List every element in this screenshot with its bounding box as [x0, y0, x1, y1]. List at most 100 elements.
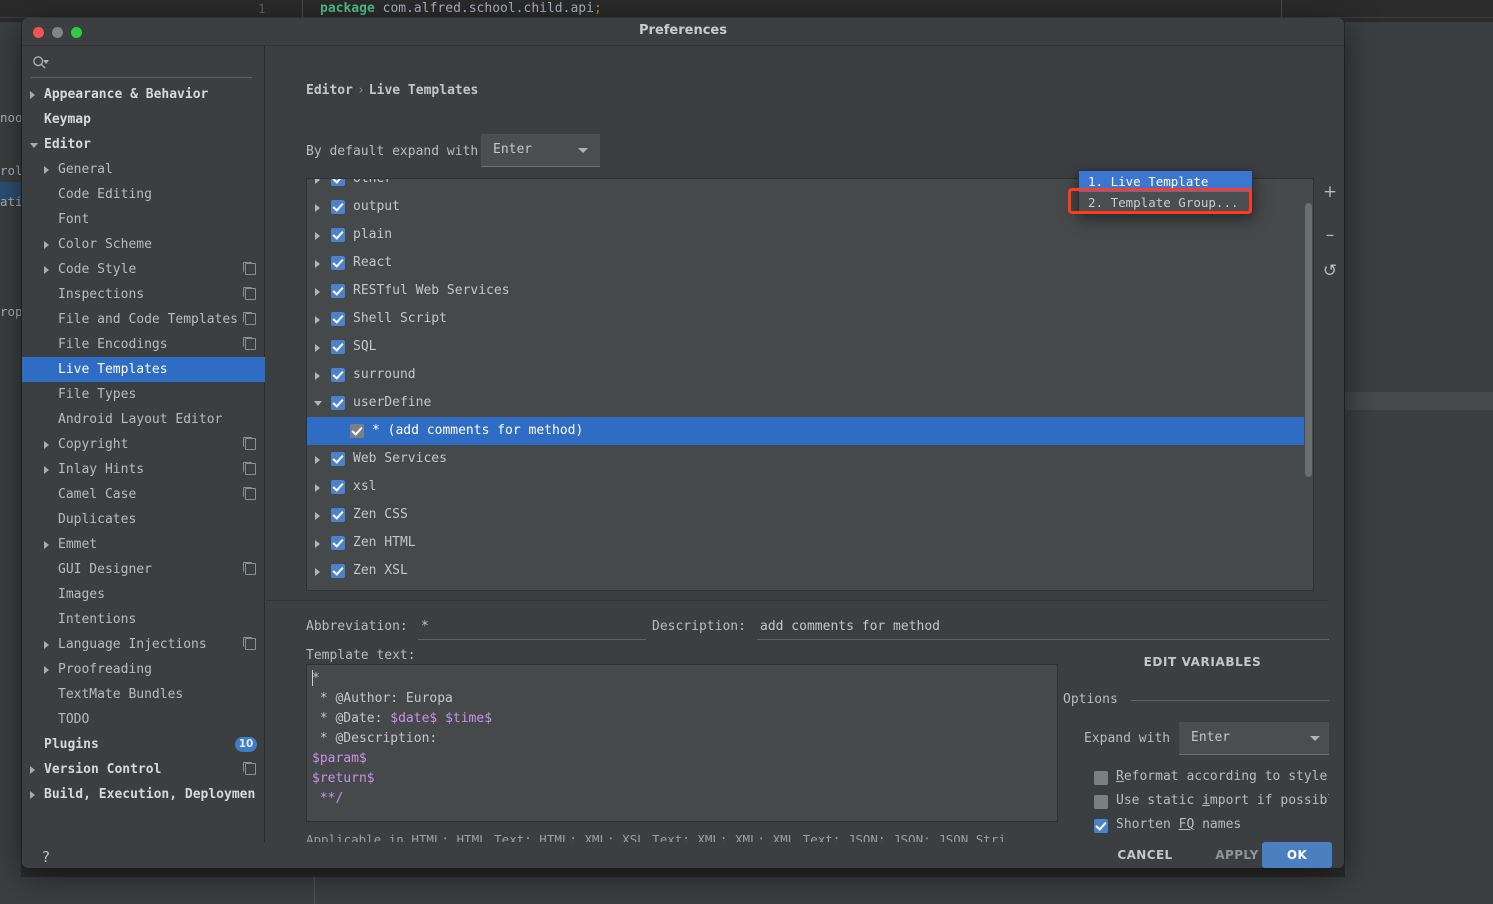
sidebar-item-editor[interactable]: Editor: [22, 132, 265, 157]
sidebar-search[interactable]: [22, 46, 264, 80]
template-text-editor[interactable]: * * @Author: Europa * @Date: $date$ $tim…: [306, 664, 1058, 822]
sidebar-item-color-scheme[interactable]: Color Scheme: [22, 232, 265, 257]
sidebar-item-todo[interactable]: TODO: [22, 707, 265, 732]
template-enabled-checkbox[interactable]: [331, 396, 345, 410]
chevron-down-icon[interactable]: [30, 143, 38, 152]
search-dropdown-icon[interactable]: [43, 60, 49, 64]
cancel-button[interactable]: CANCEL: [1090, 842, 1200, 868]
template-group-row[interactable]: Zen XSL: [307, 557, 1313, 585]
option-checkbox[interactable]: [1094, 771, 1108, 785]
sidebar-item-code-editing[interactable]: Code Editing: [22, 182, 265, 207]
abbreviation-value[interactable]: *: [421, 619, 429, 634]
options-expand-dropdown[interactable]: Enter: [1179, 722, 1334, 755]
sidebar-item-file-types[interactable]: File Types: [22, 382, 265, 407]
sidebar-item-code-style[interactable]: Code Style: [22, 257, 265, 282]
sidebar-item-images[interactable]: Images: [22, 582, 265, 607]
chevron-right-icon[interactable]: [315, 540, 320, 548]
revert-template-button[interactable]: ↺: [1316, 257, 1344, 285]
chevron-right-icon[interactable]: [44, 166, 49, 174]
template-enabled-checkbox[interactable]: [331, 179, 345, 186]
default-expand-dropdown[interactable]: Enter: [481, 134, 600, 167]
sidebar-item-plugins[interactable]: Plugins 10: [22, 732, 265, 757]
chevron-down-icon[interactable]: [314, 401, 322, 410]
chevron-right-icon[interactable]: [315, 484, 320, 492]
add-template-button[interactable]: +: [1316, 178, 1344, 206]
template-enabled-checkbox[interactable]: [331, 564, 345, 578]
template-enabled-checkbox[interactable]: [331, 228, 345, 242]
chevron-right-icon[interactable]: [44, 541, 49, 549]
chevron-right-icon[interactable]: [315, 204, 320, 212]
template-group-row[interactable]: SQL: [307, 333, 1313, 361]
chevron-right-icon[interactable]: [315, 456, 320, 464]
template-group-row[interactable]: userDefine: [307, 389, 1313, 417]
template-list-scroll-thumb[interactable]: [1305, 203, 1312, 477]
chevron-right-icon[interactable]: [30, 791, 35, 799]
template-enabled-checkbox[interactable]: [331, 452, 345, 466]
search-input[interactable]: [54, 52, 250, 72]
sidebar-item-font[interactable]: Font: [22, 207, 265, 232]
template-group-row[interactable]: RESTful Web Services: [307, 277, 1313, 305]
sidebar-item-android-layout-editor[interactable]: Android Layout Editor: [22, 407, 265, 432]
template-group-row[interactable]: xsl: [307, 473, 1313, 501]
template-groups-panel[interactable]: other output plain React RESTful Web Service…: [306, 178, 1314, 591]
sidebar-item-file-and-code-templates[interactable]: File and Code Templates: [22, 307, 265, 332]
sidebar-item-textmate-bundles[interactable]: TextMate Bundles: [22, 682, 265, 707]
ok-button[interactable]: OK: [1262, 842, 1332, 868]
chevron-right-icon[interactable]: [44, 441, 49, 449]
chevron-right-icon[interactable]: [30, 766, 35, 774]
sidebar-item-copyright[interactable]: Copyright: [22, 432, 265, 457]
template-list-item[interactable]: * (add comments for method): [307, 417, 1313, 445]
chevron-right-icon[interactable]: [44, 641, 49, 649]
breadcrumb-root[interactable]: Editor: [306, 83, 353, 98]
chevron-right-icon[interactable]: [30, 91, 35, 99]
sidebar-item-camel-case[interactable]: Camel Case: [22, 482, 265, 507]
sidebar-item-live-templates[interactable]: Live Templates: [22, 357, 265, 382]
chevron-right-icon[interactable]: [44, 466, 49, 474]
sidebar-item-proofreading[interactable]: Proofreading: [22, 657, 265, 682]
option-checkbox[interactable]: [1094, 819, 1108, 833]
sidebar-item-inspections[interactable]: Inspections: [22, 282, 265, 307]
template-enabled-checkbox[interactable]: [350, 424, 364, 438]
template-group-row[interactable]: plain: [307, 221, 1313, 249]
chevron-right-icon[interactable]: [315, 179, 320, 184]
help-button[interactable]: ?: [42, 848, 50, 866]
sidebar-item-version-control[interactable]: Version Control: [22, 757, 265, 782]
template-enabled-checkbox[interactable]: [331, 508, 345, 522]
template-list-scrollbar[interactable]: [1304, 179, 1313, 590]
chevron-right-icon[interactable]: [315, 288, 320, 296]
sidebar-item-build-execution-deploymen[interactable]: Build, Execution, Deploymen: [22, 782, 265, 807]
sidebar-item-duplicates[interactable]: Duplicates: [22, 507, 265, 532]
sidebar-item-inlay-hints[interactable]: Inlay Hints: [22, 457, 265, 482]
sidebar-item-language-injections[interactable]: Language Injections: [22, 632, 265, 657]
sidebar-item-emmet[interactable]: Emmet: [22, 532, 265, 557]
chevron-right-icon[interactable]: [315, 512, 320, 520]
template-enabled-checkbox[interactable]: [331, 480, 345, 494]
chevron-right-icon[interactable]: [315, 232, 320, 240]
template-enabled-checkbox[interactable]: [331, 368, 345, 382]
sidebar-item-general[interactable]: General: [22, 157, 265, 182]
template-group-row[interactable]: Web Services: [307, 445, 1313, 473]
chevron-right-icon[interactable]: [315, 344, 320, 352]
chevron-right-icon[interactable]: [315, 372, 320, 380]
chevron-right-icon[interactable]: [44, 266, 49, 274]
template-group-row[interactable]: surround: [307, 361, 1313, 389]
option-checkbox[interactable]: [1094, 795, 1108, 809]
menu-item-2[interactable]: 2. Template Group...: [1079, 192, 1252, 213]
template-enabled-checkbox[interactable]: [331, 536, 345, 550]
sidebar-item-appearance-behavior[interactable]: Appearance & Behavior: [22, 82, 265, 107]
description-value[interactable]: add comments for method: [760, 619, 940, 634]
template-group-row[interactable]: Zen HTML: [307, 529, 1313, 557]
chevron-right-icon[interactable]: [315, 568, 320, 576]
template-enabled-checkbox[interactable]: [331, 200, 345, 214]
sidebar-item-gui-designer[interactable]: GUI Designer: [22, 557, 265, 582]
template-enabled-checkbox[interactable]: [331, 340, 345, 354]
menu-item-1[interactable]: 1. Live Template: [1079, 171, 1252, 192]
sidebar-item-intentions[interactable]: Intentions: [22, 607, 265, 632]
chevron-right-icon[interactable]: [44, 666, 49, 674]
chevron-right-icon[interactable]: [315, 316, 320, 324]
template-group-row[interactable]: Zen CSS: [307, 501, 1313, 529]
template-enabled-checkbox[interactable]: [331, 256, 345, 270]
remove-template-button[interactable]: –: [1316, 221, 1344, 249]
template-enabled-checkbox[interactable]: [331, 284, 345, 298]
template-enabled-checkbox[interactable]: [331, 312, 345, 326]
